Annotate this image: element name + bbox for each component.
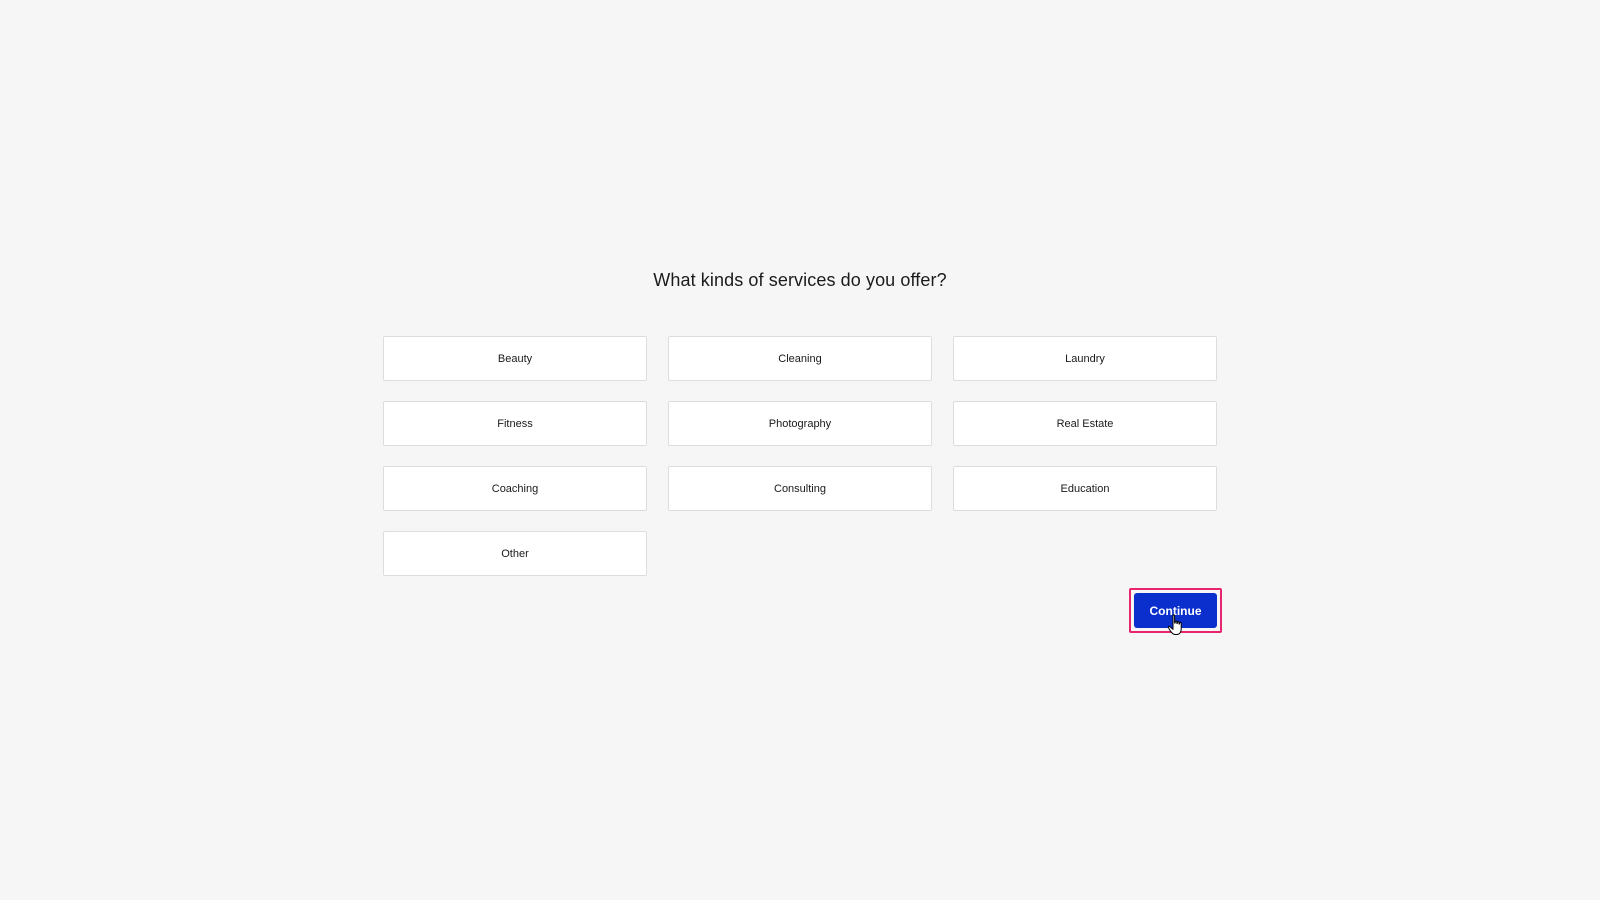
continue-highlight-outline: Continue [1129,588,1222,633]
option-label: Beauty [497,352,533,365]
option-cleaning[interactable]: Cleaning [668,336,932,381]
service-options-grid: Beauty Cleaning Laundry Fitness Photogra… [383,336,1217,576]
option-education[interactable]: Education [953,466,1217,511]
option-label: Other [501,547,529,560]
question-heading: What kinds of services do you offer? [653,270,947,290]
option-label: Fitness [497,417,533,430]
option-label: Coaching [491,482,539,495]
option-label: Real Estate [1056,417,1114,430]
option-label: Education [1060,482,1110,495]
option-label: Consulting [774,482,826,495]
option-beauty[interactable]: Beauty [383,336,647,381]
option-laundry[interactable]: Laundry [953,336,1217,381]
option-label: Cleaning [778,352,822,365]
page: What kinds of services do you offer? Bea… [0,0,1600,900]
continue-button[interactable]: Continue [1134,593,1217,628]
option-label: Photography [768,417,832,430]
option-consulting[interactable]: Consulting [668,466,932,511]
option-real-estate[interactable]: Real Estate [953,401,1217,446]
option-label: Laundry [1065,352,1105,365]
option-photography[interactable]: Photography [668,401,932,446]
option-fitness[interactable]: Fitness [383,401,647,446]
option-other[interactable]: Other [383,531,647,576]
option-coaching[interactable]: Coaching [383,466,647,511]
